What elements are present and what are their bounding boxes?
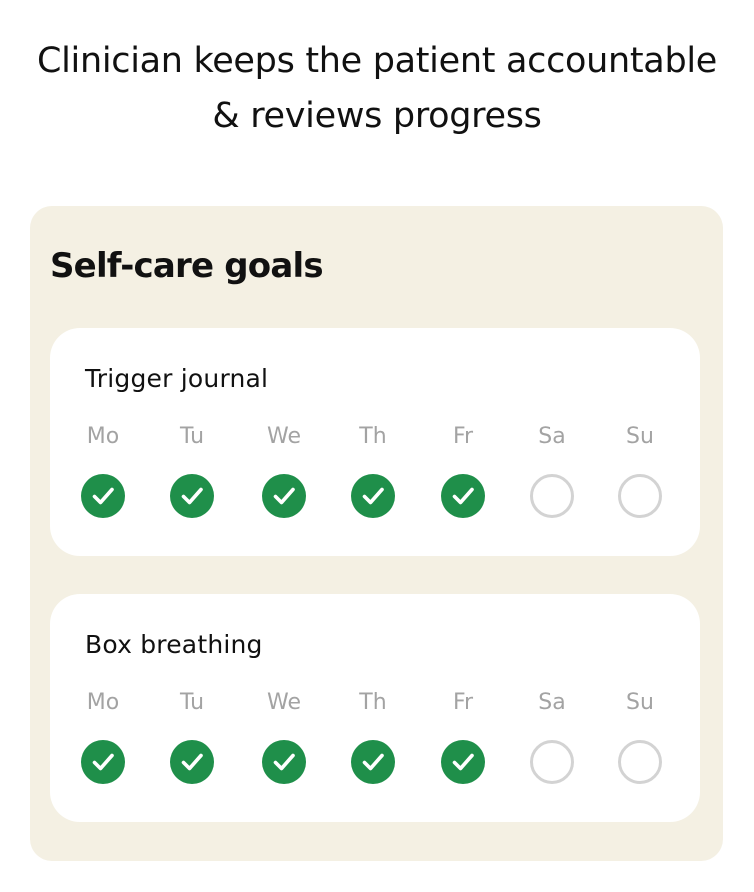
check-circle-icon[interactable]: [81, 740, 125, 784]
day-we: We: [254, 424, 314, 534]
day-label: Th: [359, 424, 387, 449]
day-fr: Fr: [433, 424, 493, 534]
day-label: Sa: [538, 690, 566, 715]
day-label: Mo: [86, 690, 120, 715]
day-su: Su: [610, 690, 670, 800]
day-th: Th: [343, 690, 403, 800]
day-label: Mo: [86, 424, 120, 449]
check-circle-icon[interactable]: [441, 740, 485, 784]
day-label: Su: [626, 424, 654, 449]
day-label: Fr: [452, 424, 474, 449]
day-th: Th: [343, 424, 403, 534]
day-label: Sa: [538, 424, 566, 449]
check-circle-icon[interactable]: [441, 474, 485, 518]
check-circle-icon[interactable]: [262, 740, 306, 784]
day-mo: Mo: [73, 690, 133, 800]
day-label: We: [267, 690, 301, 715]
headline: Clinician keeps the patient accountable …: [0, 34, 754, 144]
day-tu: Tu: [162, 690, 222, 800]
empty-circle-icon[interactable]: [618, 474, 662, 518]
empty-circle-icon[interactable]: [530, 740, 574, 784]
check-circle-icon[interactable]: [351, 740, 395, 784]
check-circle-icon[interactable]: [351, 474, 395, 518]
goal-name: Box breathing: [85, 630, 263, 659]
self-care-goals-panel: Self-care goals Trigger journal Mo Tu We Th…: [30, 206, 723, 861]
headline-line-2: & reviews progress: [212, 96, 542, 136]
day-sa: Sa: [522, 690, 582, 800]
day-label: Su: [626, 690, 654, 715]
day-mo: Mo: [73, 424, 133, 534]
headline-line-1: Clinician keeps the patient accountable: [36, 41, 718, 81]
check-circle-icon[interactable]: [170, 740, 214, 784]
check-circle-icon[interactable]: [170, 474, 214, 518]
day-label: We: [267, 424, 301, 449]
day-label: Tu: [179, 690, 205, 715]
goal-card-box-breathing[interactable]: Box breathing Mo Tu We Th Fr Sa Su: [50, 594, 700, 822]
check-circle-icon[interactable]: [81, 474, 125, 518]
day-su: Su: [610, 424, 670, 534]
empty-circle-icon[interactable]: [618, 740, 662, 784]
goal-name: Trigger journal: [85, 364, 269, 393]
day-fr: Fr: [433, 690, 493, 800]
day-sa: Sa: [522, 424, 582, 534]
day-tu: Tu: [162, 424, 222, 534]
panel-title: Self-care goals: [50, 246, 324, 286]
goal-card-trigger-journal[interactable]: Trigger journal Mo Tu We Th Fr Sa Su: [50, 328, 700, 556]
empty-circle-icon[interactable]: [530, 474, 574, 518]
day-label: Th: [359, 690, 387, 715]
check-circle-icon[interactable]: [262, 474, 306, 518]
day-label: Fr: [452, 690, 474, 715]
day-label: Tu: [179, 424, 205, 449]
day-we: We: [254, 690, 314, 800]
